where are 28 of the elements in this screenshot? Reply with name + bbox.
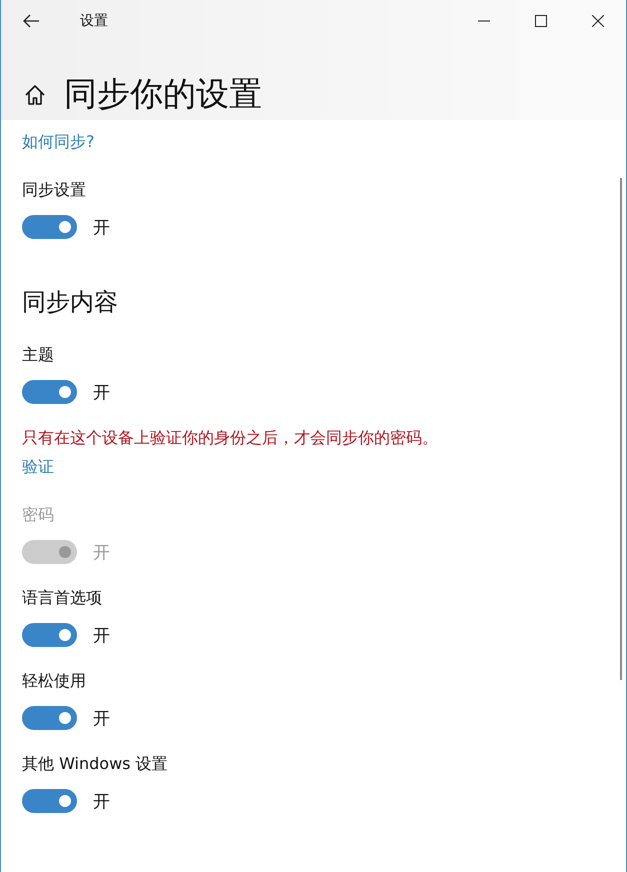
window-title: 设置 <box>80 12 108 30</box>
toggle-switch[interactable] <box>22 623 77 647</box>
home-icon <box>24 84 46 106</box>
setting-label: 其他 Windows 设置 <box>22 754 169 774</box>
setting-label: 密码 <box>22 505 55 525</box>
toggle-state-text: 开 <box>93 624 110 646</box>
toggle-state-text: 开 <box>93 216 110 238</box>
toggle-state-text: 开 <box>93 542 110 564</box>
toggle-state-text: 开 <box>93 708 110 730</box>
toggle-switch[interactable] <box>22 380 77 404</box>
setting-label: 主题 <box>22 345 55 365</box>
toggle-switch[interactable] <box>22 789 77 813</box>
toggle-state-text: 开 <box>93 790 110 812</box>
setting-label: 轻松使用 <box>22 671 87 691</box>
toggle-switch[interactable] <box>22 706 77 730</box>
setting-label: 同步设置 <box>22 180 87 200</box>
help-link[interactable]: 验证 <box>22 457 54 477</box>
scrollbar[interactable] <box>620 178 622 680</box>
section-heading: 同步内容 <box>22 287 119 317</box>
setting-label: 语言首选项 <box>22 588 103 608</box>
toggle-switch[interactable] <box>22 215 77 239</box>
toggle-state-text: 开 <box>93 382 110 404</box>
close-icon <box>592 15 604 27</box>
help-link[interactable]: 如何同步? <box>22 132 94 152</box>
back-arrow-icon <box>22 14 40 28</box>
page-title: 同步你的设置 <box>64 73 262 115</box>
maximize-icon <box>534 15 546 27</box>
warning-message: 只有在这个设备上验证你的身份之后，才会同步你的密码。 <box>22 428 439 448</box>
